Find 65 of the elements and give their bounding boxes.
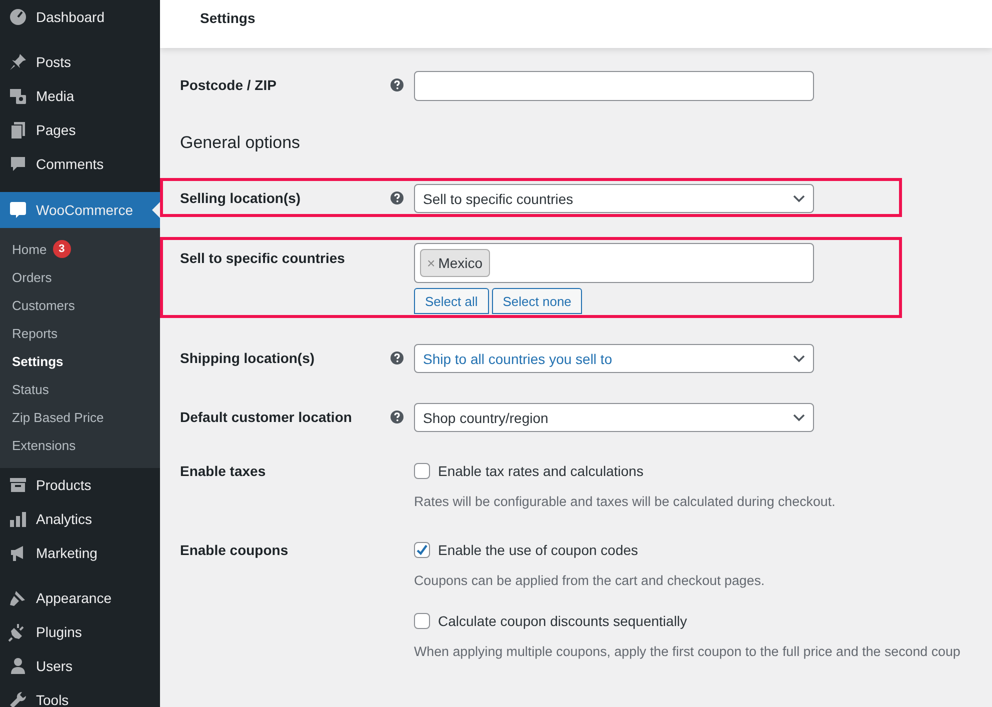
current-menu-pointer xyxy=(152,202,160,218)
checkbox-label[interactable]: Calculate coupon discounts sequentially xyxy=(438,613,688,629)
checkbox-label[interactable]: Enable the use of coupon codes xyxy=(438,542,638,558)
camera-icon xyxy=(8,86,28,106)
field-label: Sell to specific countries xyxy=(180,249,346,268)
sidebar-menu-item[interactable]: Posts xyxy=(0,45,160,79)
pin-icon xyxy=(8,52,28,72)
bar-chart-icon xyxy=(8,509,28,529)
sidebar-menu-item[interactable]: Tools xyxy=(0,683,160,707)
select-button[interactable]: Select all xyxy=(414,288,489,314)
checkbox-label[interactable]: Enable tax rates and calculations xyxy=(438,463,644,479)
chevron-down-icon xyxy=(793,194,805,202)
field-label: Shipping location(s) xyxy=(180,349,316,368)
submenu-item[interactable]: Status xyxy=(0,375,160,403)
person-icon xyxy=(8,656,28,676)
submenu-item[interactable]: Reports xyxy=(0,319,160,347)
field-label: Postcode / ZIP xyxy=(180,76,278,95)
field-label: Enable taxes xyxy=(180,462,267,481)
field-label: Default customer location xyxy=(180,408,353,427)
page-title: Settings xyxy=(200,10,256,26)
field-description: Coupons can be applied from the cart and checkout pages. xyxy=(414,572,765,590)
select-dropdown[interactable]: Shop country/region xyxy=(414,403,814,432)
chevron-down-icon xyxy=(793,354,805,362)
help-icon[interactable] xyxy=(390,410,404,424)
field-label: Enable coupons xyxy=(180,541,290,560)
field-description: When applying multiple coupons, apply the first coupon to the full price and the second coup xyxy=(414,643,960,661)
submenu-item[interactable]: Zip Based Price xyxy=(0,403,160,431)
submenu-item[interactable]: Customers xyxy=(0,291,160,319)
checkbox[interactable] xyxy=(414,613,430,629)
sidebar-menu-item[interactable]: Media xyxy=(0,79,160,113)
sidebar-menu-item[interactable]: Marketing xyxy=(0,536,160,570)
paintbrush-icon xyxy=(8,588,28,608)
gauge-icon xyxy=(8,7,28,27)
speech-bubble-icon xyxy=(8,154,28,174)
sidebar-menu-item[interactable]: Plugins xyxy=(0,615,160,649)
field-description: Rates will be configurable and taxes will be calculated during checkout. xyxy=(414,493,836,511)
help-icon[interactable] xyxy=(390,351,404,365)
field-label: Selling location(s) xyxy=(180,189,302,208)
sidebar-menu-item[interactable]: WooCommerce xyxy=(0,192,160,228)
country-multiselect[interactable]: × Mexico xyxy=(414,243,814,283)
submenu-item[interactable]: Extensions xyxy=(0,431,160,459)
select-button[interactable]: Select none xyxy=(492,288,582,314)
wrench-icon xyxy=(8,690,28,707)
count-badge: 3 xyxy=(52,240,71,258)
sidebar-menu-item[interactable]: Pages xyxy=(0,113,160,147)
country-tag: × Mexico xyxy=(420,249,490,277)
select-dropdown[interactable]: Ship to all countries you sell to xyxy=(414,344,814,373)
submenu-item[interactable]: Settings xyxy=(0,347,160,375)
sidebar-menu-item[interactable]: Analytics xyxy=(0,502,160,536)
submenu-item[interactable]: Home 3 xyxy=(0,235,160,263)
submenu-item[interactable]: Orders xyxy=(0,263,160,291)
sidebar-menu-item[interactable]: Products xyxy=(0,468,160,502)
help-icon[interactable] xyxy=(390,78,404,92)
checkbox[interactable] xyxy=(414,542,430,558)
checkbox[interactable] xyxy=(414,463,430,479)
select-dropdown[interactable]: Sell to specific countries xyxy=(414,184,814,213)
sidebar-menu-item[interactable]: Users xyxy=(0,649,160,683)
sidebar-menu-item[interactable]: Dashboard xyxy=(0,0,160,34)
section-heading: General options xyxy=(180,132,302,154)
sidebar-menu-item[interactable]: Comments xyxy=(0,147,160,181)
postcode-input[interactable] xyxy=(414,71,814,101)
sidebar-menu-item[interactable]: Appearance xyxy=(0,581,160,615)
help-icon[interactable] xyxy=(390,191,404,205)
chevron-down-icon xyxy=(793,414,805,422)
box-icon xyxy=(8,475,28,495)
